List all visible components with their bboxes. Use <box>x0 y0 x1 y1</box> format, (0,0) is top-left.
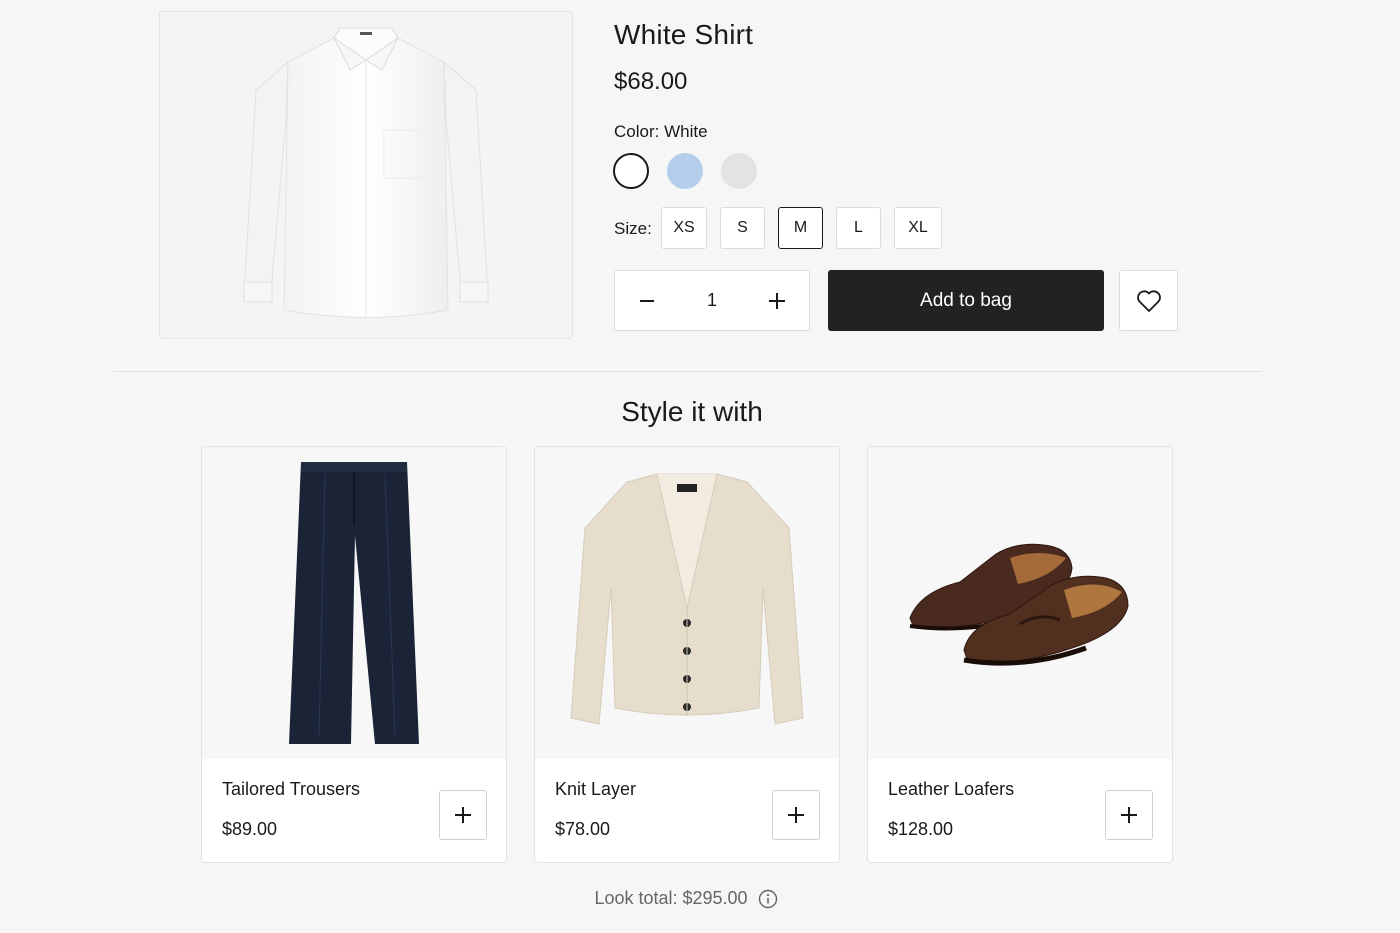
product-thumbnail[interactable] <box>868 447 1172 759</box>
product-thumbnail[interactable] <box>535 447 839 759</box>
color-swatches <box>613 153 757 189</box>
card-product-name: Leather Loafers <box>888 779 1015 799</box>
size-options: XS S M L XL <box>661 207 942 249</box>
size-option-xl[interactable]: XL <box>894 207 942 249</box>
add-item-button[interactable] <box>1105 790 1153 840</box>
plus-icon <box>788 807 804 823</box>
quantity-value: 1 <box>706 290 717 310</box>
size-option-s[interactable]: S <box>720 207 765 249</box>
add-item-button[interactable] <box>439 790 487 840</box>
card-product-name: Tailored Trousers <box>222 779 361 799</box>
product-title: White Shirt <box>614 19 754 50</box>
card-product-price: $78.00 <box>555 819 611 839</box>
color-label: Color: White <box>614 122 708 141</box>
trousers-image <box>289 461 419 744</box>
white-shirt-image <box>243 27 489 318</box>
style-it-with-heading: Style it with <box>621 396 763 427</box>
card-product-price: $89.00 <box>222 819 278 839</box>
card-product-name: Knit Layer <box>555 779 637 799</box>
product-thumbnail[interactable] <box>202 447 506 759</box>
loafers-image <box>909 543 1129 666</box>
product-price: $68.00 <box>614 68 688 95</box>
size-label: Size: <box>614 219 652 238</box>
color-swatch-white[interactable] <box>613 153 649 189</box>
card-product-price: $128.00 <box>888 819 954 839</box>
size-option-m[interactable]: M <box>778 207 823 249</box>
cardigan-image <box>570 473 804 725</box>
info-icon[interactable] <box>758 889 778 909</box>
add-item-button[interactable] <box>772 790 820 840</box>
decrease-quantity-button[interactable] <box>635 289 659 313</box>
plus-icon <box>768 292 785 309</box>
increase-quantity-button[interactable] <box>765 289 789 313</box>
recommendation-card[interactable]: Knit Layer $78.00 <box>534 446 840 863</box>
wishlist-button[interactable] <box>1119 270 1178 331</box>
recommendation-card[interactable]: Tailored Trousers $89.00 <box>201 446 507 863</box>
plus-icon <box>455 807 471 823</box>
look-total-text: Look total: $295.00 <box>594 888 748 908</box>
color-swatch-blue[interactable] <box>667 153 703 189</box>
color-swatch-grey[interactable] <box>721 153 757 189</box>
section-divider <box>113 371 1262 372</box>
look-total: Look total: $295.00 <box>0 888 1372 909</box>
product-image[interactable] <box>159 11 573 339</box>
plus-icon <box>1121 807 1137 823</box>
size-option-l[interactable]: L <box>836 207 881 249</box>
add-to-bag-button[interactable]: Add to bag <box>828 270 1104 331</box>
size-option-xs[interactable]: XS <box>661 207 707 249</box>
heart-icon <box>1136 289 1161 312</box>
recommendation-card[interactable]: Leather Loafers $128.00 <box>867 446 1173 863</box>
minus-icon <box>640 299 654 302</box>
quantity-stepper: 1 <box>614 270 810 331</box>
